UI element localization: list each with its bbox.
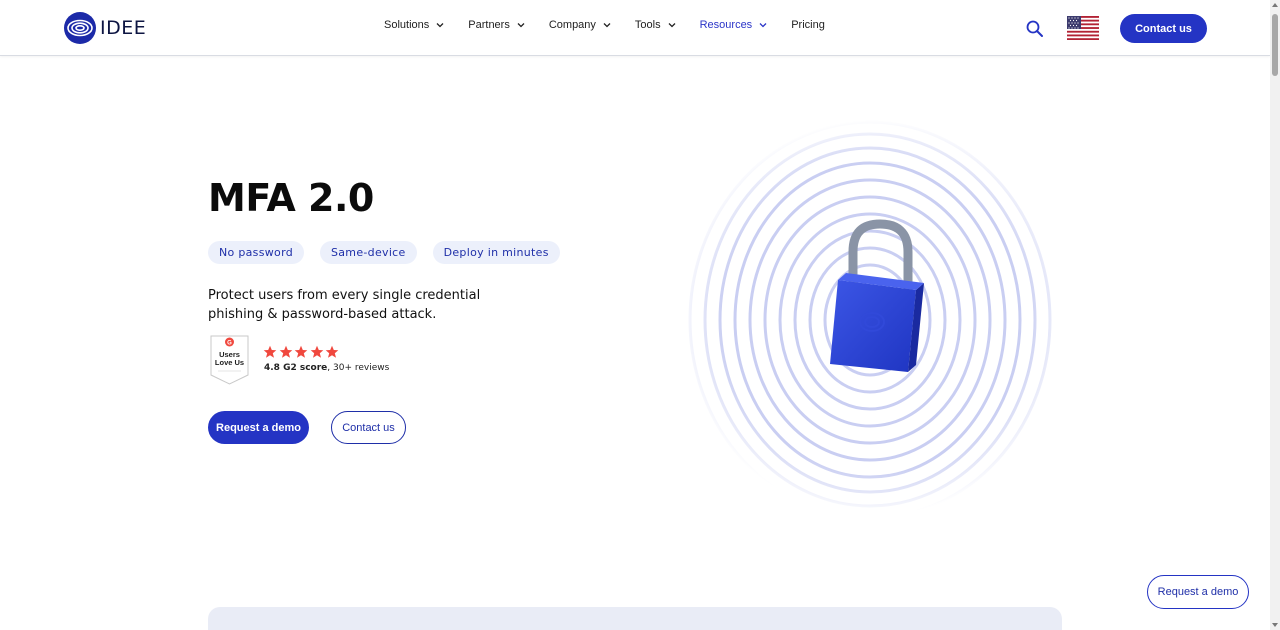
hero-title: MFA 2.0 (208, 176, 374, 220)
site-header: IDEE Solutions Partners Company Tools Re… (0, 0, 1270, 56)
main-nav: Solutions Partners Company Tools Resourc… (384, 19, 848, 31)
star-icon (279, 345, 292, 358)
request-demo-button[interactable]: Request a demo (208, 411, 309, 444)
star-icon (310, 345, 323, 358)
rating-stars (263, 345, 341, 359)
nav-label: Pricing (791, 19, 825, 31)
star-icon (325, 345, 339, 358)
logo-text: IDEE (100, 17, 147, 39)
nav-label: Company (548, 19, 596, 31)
chevron-down-icon (603, 23, 611, 28)
nav-partners[interactable]: Partners (468, 19, 526, 31)
hero-description: Protect users from every single credenti… (208, 288, 481, 322)
chip-same-device: Same-device (319, 241, 417, 264)
chevron-down-icon (759, 23, 767, 28)
nav-label: Tools (634, 19, 661, 31)
star-icon (294, 345, 308, 358)
feature-chips: No password Same-device Deploy in minute… (208, 241, 576, 264)
nav-label: Solutions (384, 19, 430, 31)
rating-score: 4.8 G2 score (264, 363, 328, 373)
badge-line2: Love Us (215, 358, 244, 367)
svg-text:G: G (227, 341, 232, 347)
fingerprint-padlock-illustration (680, 120, 1070, 515)
next-section-panel (208, 607, 1062, 630)
nav-label: Resources (699, 19, 753, 31)
rating-text: 4.8 G2 score, 30+ reviews (264, 363, 389, 373)
nav-solutions[interactable]: Solutions (384, 19, 445, 31)
chevron-down-icon (517, 23, 525, 28)
star-icon (263, 345, 277, 358)
idee-logo[interactable]: IDEE (63, 11, 146, 45)
idee-logo-icon (64, 12, 96, 44)
us-flag-icon[interactable] (1067, 16, 1099, 40)
chevron-down-icon (668, 23, 676, 28)
contact-us-button[interactable]: Contact us (331, 411, 406, 444)
nav-company[interactable]: Company (549, 19, 612, 31)
search-icon[interactable] (1025, 19, 1045, 39)
rating-reviews: , 30+ reviews (327, 363, 390, 373)
nav-tools[interactable]: Tools (635, 19, 677, 31)
chip-deploy: Deploy in minutes (432, 241, 560, 264)
g2-users-love-us-badge: G Users Love Us (210, 335, 249, 385)
scroll-down-arrow-icon[interactable] (1272, 623, 1278, 627)
floating-request-demo-button[interactable]: Request a demo (1147, 575, 1249, 609)
nav-resources[interactable]: Resources (700, 19, 769, 31)
scroll-thumb[interactable] (1272, 14, 1278, 76)
page-scrollbar[interactable] (1270, 0, 1280, 630)
chevron-down-icon (436, 23, 444, 28)
nav-label: Partners (468, 19, 510, 31)
header-contact-button[interactable]: Contact us (1120, 14, 1207, 43)
nav-pricing[interactable]: Pricing (791, 19, 825, 31)
scroll-up-arrow-icon[interactable] (1272, 3, 1278, 7)
chip-no-password: No password (208, 241, 304, 264)
